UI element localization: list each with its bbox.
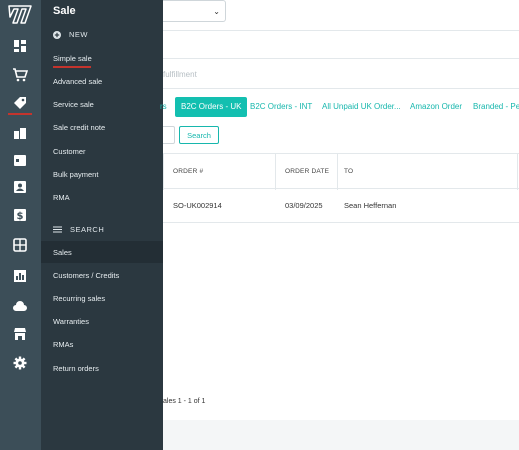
grid-icon[interactable] xyxy=(10,236,30,254)
search-input[interactable] xyxy=(163,126,175,144)
menu-item-sale-credit-note[interactable]: Sale credit note xyxy=(53,123,105,132)
tab-b2c-orders-uk[interactable]: B2C Orders - UK xyxy=(175,97,248,117)
main-content: ⌄ fulfillment rs B2C Orders - UK B2C Ord… xyxy=(160,0,519,450)
menu-item-customers-credits[interactable]: Customers / Credits xyxy=(53,271,119,280)
column-order-date[interactable]: ORDER DATE xyxy=(285,154,329,190)
menu-item-rmas[interactable]: RMAs xyxy=(53,340,73,349)
search-section-header: SEARCH xyxy=(53,225,104,234)
column-order-number[interactable]: ORDER # xyxy=(173,154,203,190)
column-divider xyxy=(163,154,164,190)
dollar-icon[interactable]: $ xyxy=(10,206,30,224)
column-divider xyxy=(275,154,276,190)
column-divider xyxy=(337,154,338,190)
settings-gear-icon[interactable] xyxy=(10,354,30,372)
icon-rail: $ xyxy=(0,0,41,450)
divider xyxy=(163,30,519,31)
plus-circle-icon xyxy=(53,30,61,39)
fulfillment-label: fulfillment xyxy=(163,70,197,79)
menu-item-recurring-sales[interactable]: Recurring sales xyxy=(53,294,105,303)
footer-area xyxy=(163,420,519,450)
tab-all-unpaid-uk-orders[interactable]: All Unpaid UK Order... xyxy=(322,97,401,117)
column-divider xyxy=(517,154,518,190)
search-button[interactable]: Search xyxy=(179,126,219,144)
divider xyxy=(163,88,519,89)
buildings-icon[interactable] xyxy=(10,124,30,142)
active-item-underline xyxy=(53,66,91,68)
sale-flyout-menu: Sale NEW Simple sale Advanced sale Servi… xyxy=(41,0,163,450)
menu-item-bulk-payment[interactable]: Bulk payment xyxy=(53,170,98,179)
menu-item-sales[interactable]: Sales xyxy=(53,248,72,257)
menu-item-rma[interactable]: RMA xyxy=(53,193,70,202)
store-icon[interactable] xyxy=(10,325,30,343)
tab-partial[interactable]: rs xyxy=(160,97,167,117)
list-icon xyxy=(53,226,62,233)
new-section-header: NEW xyxy=(53,30,88,39)
menu-item-simple-sale[interactable]: Simple sale xyxy=(53,54,92,63)
menu-item-return-orders[interactable]: Return orders xyxy=(53,364,99,373)
dashboard-icon[interactable] xyxy=(10,37,30,55)
cart-icon[interactable] xyxy=(10,66,30,84)
table-row[interactable]: SO-UK002914 03/09/2025 Sean Heffernan xyxy=(163,189,519,223)
app-logo-icon[interactable] xyxy=(7,3,35,25)
reports-chart-icon[interactable] xyxy=(10,267,30,285)
chevron-down-icon: ⌄ xyxy=(213,7,220,16)
contact-card-icon[interactable] xyxy=(10,178,30,196)
calendar-icon[interactable] xyxy=(10,151,30,169)
menu-item-customer[interactable]: Customer xyxy=(53,147,86,156)
search-section-label: SEARCH xyxy=(70,225,105,234)
menu-item-warranties[interactable]: Warranties xyxy=(53,317,89,326)
divider xyxy=(163,58,519,59)
column-to[interactable]: TO xyxy=(344,154,353,190)
menu-title: Sale xyxy=(53,5,76,17)
cell-order-number[interactable]: SO-UK002914 xyxy=(173,189,222,223)
sale-tag-icon[interactable] xyxy=(8,93,32,115)
tab-amazon-order[interactable]: Amazon Order xyxy=(410,97,462,117)
cell-order-date: 03/09/2025 xyxy=(285,201,323,210)
new-section-label: NEW xyxy=(69,30,88,39)
table-header: ORDER # ORDER DATE TO xyxy=(163,153,519,190)
cell-to: Sean Heffernan xyxy=(344,201,397,210)
pagination-summary: ales 1 - 1 of 1 xyxy=(163,398,206,405)
menu-item-advanced-sale[interactable]: Advanced sale xyxy=(53,77,102,86)
tab-branded[interactable]: Branded - Pe xyxy=(473,97,519,117)
view-select[interactable]: ⌄ xyxy=(163,0,226,22)
svg-text:$: $ xyxy=(17,211,24,222)
cloud-icon[interactable] xyxy=(10,297,30,315)
tab-b2c-orders-int[interactable]: B2C Orders - INT xyxy=(250,97,312,117)
menu-item-service-sale[interactable]: Service sale xyxy=(53,100,94,109)
